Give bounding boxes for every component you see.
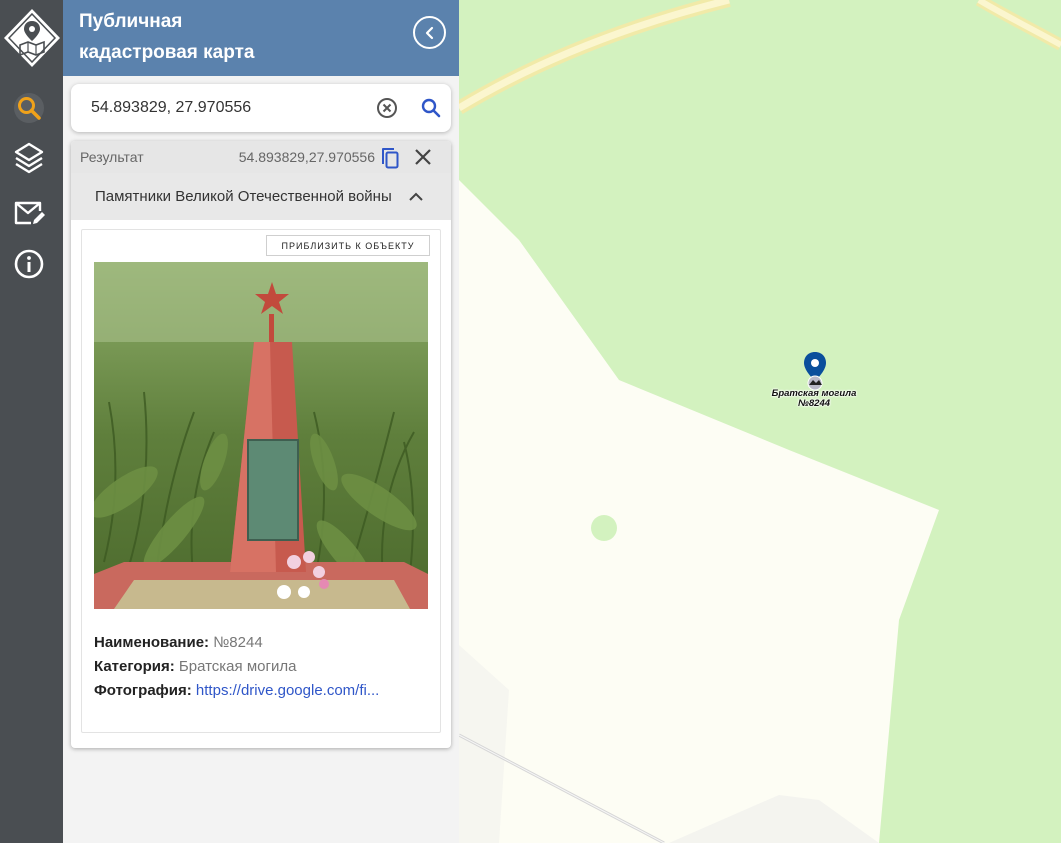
attribute-category: Категория: Братская могила [94, 658, 434, 675]
result-label: Результат [80, 149, 144, 165]
zoom-to-object-button[interactable]: ПРИБЛИЗИТЬ К ОБЪЕКТУ [266, 235, 430, 256]
toolbar-info-button[interactable] [12, 247, 46, 281]
copy-icon [382, 148, 399, 169]
chevron-left-icon [425, 26, 433, 39]
monument-photo [94, 262, 428, 609]
close-icon [415, 149, 431, 165]
close-result-button[interactable] [413, 147, 433, 167]
collapse-panel-button[interactable] [413, 16, 446, 49]
map-canvas [459, 0, 1061, 843]
section-title: Памятники Великой Отечественной войны [95, 188, 392, 205]
search-icon [14, 93, 44, 123]
toolbar-feedback-button[interactable] [12, 196, 46, 230]
app-logo[interactable] [0, 0, 63, 76]
clear-circle-icon [377, 98, 397, 118]
attribute-photo: Фотография: https://drive.google.com/fi.… [94, 682, 434, 699]
object-details: ПРИБЛИЗИТЬ К ОБЪЕКТУ Наименование: №8244… [81, 229, 441, 733]
attribute-value: №8244 [213, 634, 263, 651]
result-coords: 54.893829,27.970556 [238, 149, 375, 165]
section-header-wwii-monuments[interactable]: Памятники Великой Отечественной войны [71, 173, 451, 220]
attribute-value: Братская могила [178, 658, 297, 675]
copy-coords-button[interactable] [379, 146, 401, 170]
side-panel: Публичная кадастровая карта Резул [63, 0, 460, 843]
app-title-line1: Публичная [79, 11, 183, 32]
attribute-key: Наименование: [94, 634, 210, 651]
result-bar: Результат 54.893829,27.970556 [71, 141, 451, 173]
toolbar-layers-button[interactable] [12, 142, 46, 176]
attribute-name: Наименование: №8244 [94, 634, 434, 651]
search-box [71, 84, 451, 132]
search-submit-button[interactable] [419, 96, 443, 120]
left-toolbar [0, 0, 63, 843]
attribute-key: Категория: [94, 658, 175, 675]
photo-link[interactable]: https://drive.google.com/fi... [196, 682, 379, 699]
cadastre-logo-icon [3, 9, 60, 67]
map-marker-pin[interactable] [802, 351, 828, 391]
panel-header: Публичная кадастровая карта [63, 0, 459, 76]
app-title-line2: кадастровая карта [79, 42, 255, 63]
map-marker-label: Братская могила №8244 [754, 389, 874, 409]
layers-icon [14, 142, 44, 174]
monument-photo-image [94, 262, 428, 609]
mail-edit-icon [14, 201, 45, 225]
chevron-up-icon [409, 192, 423, 201]
toolbar-search-button[interactable] [12, 91, 46, 125]
search-input[interactable] [91, 96, 361, 120]
map-view[interactable]: Братская могила №8244 [459, 0, 1061, 843]
info-icon [14, 249, 44, 279]
app-title: Публичная кадастровая карта [79, 6, 379, 68]
clear-search-button[interactable] [375, 96, 399, 120]
map-marker-label-line2: №8244 [797, 398, 831, 409]
attribute-key: Фотография: [94, 682, 192, 699]
result-card: Результат 54.893829,27.970556 Памятники … [71, 141, 451, 748]
search-icon [421, 98, 441, 118]
